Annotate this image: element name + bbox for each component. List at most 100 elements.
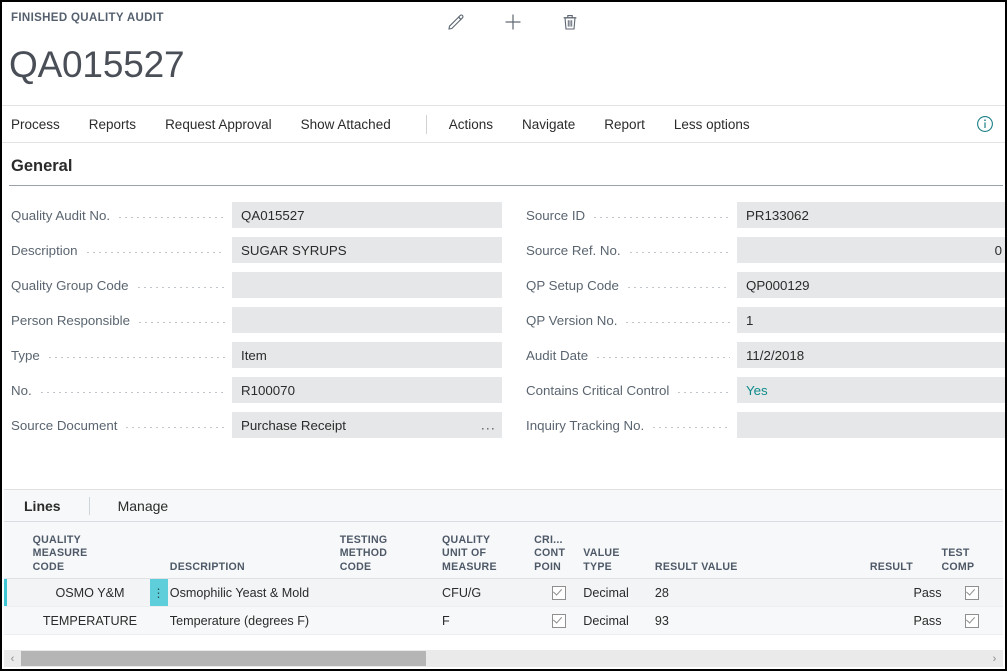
tab-lines[interactable]: Lines [20,498,65,514]
scrollbar-thumb[interactable] [21,651,427,666]
quality-group-code-input[interactable] [232,272,502,298]
action-show-attached[interactable]: Show Attached [301,117,407,132]
inquiry-tracking-no-input[interactable] [737,412,1005,438]
header-line: TEST [941,547,970,559]
action-report[interactable]: Report [604,117,661,132]
dot-leader [592,209,730,221]
col-critical-control-point[interactable]: CRI... CONT POIN [534,522,584,579]
no-input[interactable]: R100070 [232,377,502,403]
field-source-id: Source ID PR133062 [517,202,1005,228]
cell-quality-unit-of-measure[interactable]: CFU/G [442,578,535,607]
cell-result-value[interactable]: 28 [654,578,870,607]
field-type: Type Item [2,342,502,368]
cell-critical-control-point[interactable] [534,606,584,635]
action-reports[interactable]: Reports [89,117,152,132]
col-result[interactable]: RESULT [869,522,942,579]
scroll-left-chevron-icon[interactable]: ‹ [4,650,21,667]
header-line: CODE [32,560,65,573]
scroll-right-chevron-icon[interactable]: › [986,650,1003,667]
contains-critical-control-input[interactable]: Yes [737,377,1005,403]
header-line: MEASURE [442,560,497,573]
dot-leader [676,384,730,396]
col-quality-unit-of-measure[interactable]: QUALITY UNIT OF MEASURE [442,522,535,579]
type-input[interactable]: Item [232,342,502,368]
action-navigate[interactable]: Navigate [522,117,591,132]
dot-leader [651,419,730,431]
info-circle-icon[interactable] [975,114,995,134]
delete-trash-icon[interactable] [556,8,584,36]
general-form-grid: Quality Audit No. QA015527 Description S… [2,186,1005,446]
lookup-ellipsis-icon[interactable]: ... [481,419,496,432]
scrollbar-track[interactable] [21,650,986,667]
dot-leader [46,349,225,361]
breadcrumb: FINISHED QUALITY AUDIT [11,12,164,24]
field-label: QP Setup Code [526,277,619,293]
critical-control-point-checkbox[interactable] [551,585,566,600]
cell-description[interactable]: Osmophilic Yeast & Mold [169,578,340,607]
row-menu-dots-icon-cell: ⋮ [147,578,170,607]
cell-description[interactable]: Temperature (degrees F) [169,606,340,635]
col-testing-method-code[interactable]: TESTING METHOD CODE [339,522,443,579]
cell-testing-method-code[interactable] [339,578,443,607]
description-input[interactable]: SUGAR SYRUPS [232,237,502,263]
col-value-type[interactable]: VALUE TYPE [583,522,655,579]
test-complete-checkbox[interactable] [965,613,980,628]
dot-leader [624,314,730,326]
new-plus-icon[interactable] [499,8,527,36]
tab-manage[interactable]: Manage [114,498,173,514]
application-window: FINISHED QUALITY AUDIT QA015527 Process … [0,0,1007,671]
header-line: QUALITY [442,533,491,546]
cell-result-value[interactable]: 93 [654,606,870,635]
header-line: POIN [534,560,562,573]
page-title: QA015527 [9,44,185,85]
edit-pencil-icon[interactable] [442,8,470,36]
col-description[interactable]: DESCRIPTION [169,522,340,579]
row-menu-dots-icon[interactable]: ⋮ [149,579,168,606]
test-complete-checkbox[interactable] [965,585,980,600]
audit-date-input[interactable]: 11/2/2018 [737,342,1005,368]
source-id-input[interactable]: PR133062 [737,202,1005,228]
cell-result[interactable]: Pass [869,578,942,607]
person-responsible-input[interactable] [232,307,502,333]
table-row[interactable]: TEMPERATURE Temperature (degrees F) F De… [4,606,1003,635]
col-result-value[interactable]: RESULT VALUE [654,522,870,579]
field-label: Quality Audit No. [11,207,111,223]
horizontal-scrollbar[interactable]: ‹ › [4,650,1003,667]
cell-testing-method-code[interactable] [339,606,443,635]
header-icon-toolbar [442,8,584,36]
critical-control-point-checkbox[interactable] [551,613,566,628]
cell-value-type[interactable]: Decimal [583,578,655,607]
field-label: Description [11,242,78,258]
action-process[interactable]: Process [11,117,76,132]
action-actions[interactable]: Actions [449,117,509,132]
cell-quality-measure-code[interactable]: OSMO Y&M [32,578,148,607]
quality-audit-no-input[interactable]: QA015527 [232,202,502,228]
qp-setup-code-input[interactable]: QP000129 [737,272,1005,298]
qp-version-no-input[interactable]: 1 [737,307,1005,333]
general-right-column: Source ID PR133062 Source Ref. No. 0 QP … [517,202,1005,447]
cell-quality-measure-code[interactable]: TEMPERATURE [32,606,148,635]
field-source-ref-no: Source Ref. No. 0 [517,237,1005,263]
col-selector-spacer [4,522,33,579]
action-request-approval[interactable]: Request Approval [165,117,288,132]
table-row[interactable]: OSMO Y&M ⋮ Osmophilic Yeast & Mold CFU/G… [4,578,1003,607]
source-document-input[interactable]: Purchase Receipt ... [232,412,502,438]
col-test-complete[interactable]: TEST COMP [941,522,1003,579]
cell-critical-control-point[interactable] [534,578,584,607]
source-document-value: Purchase Receipt [241,417,346,433]
cell-result[interactable]: Pass [869,606,942,635]
field-source-document: Source Document Purchase Receipt ... [2,412,502,438]
dot-leader [627,244,730,256]
header-line: UNIT OF [442,547,487,559]
source-ref-no-input[interactable]: 0 [737,237,1005,263]
field-label: Source Ref. No. [526,242,621,258]
cell-test-complete[interactable] [941,578,1003,607]
cell-test-complete[interactable] [941,606,1003,635]
action-bar-divider [425,114,427,134]
field-quality-group-code: Quality Group Code [2,272,502,298]
cell-quality-unit-of-measure[interactable]: F [442,606,535,635]
cell-value-type[interactable]: Decimal [583,606,655,635]
row-selection-marker-cell [4,578,33,607]
action-less-options[interactable]: Less options [674,117,766,132]
col-quality-measure-code[interactable]: QUALITY MEASURE CODE [32,522,148,579]
